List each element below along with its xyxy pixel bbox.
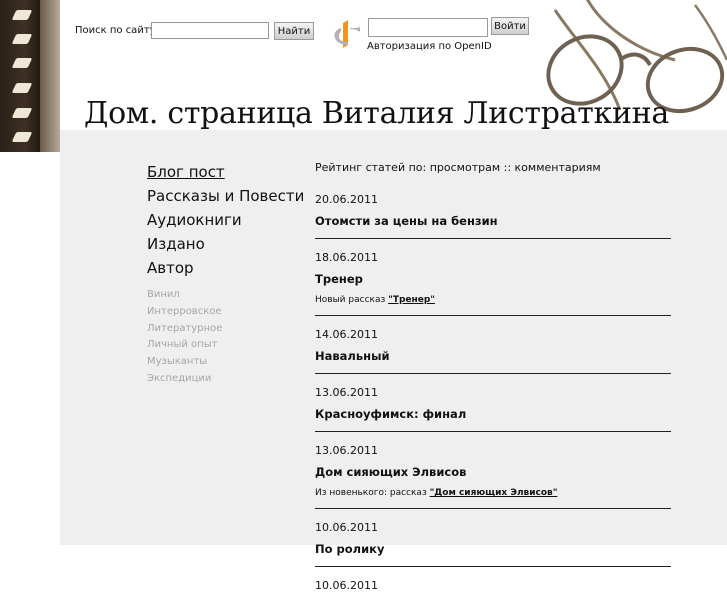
post-date: 20.06.2011	[315, 193, 378, 206]
post-date: 13.06.2011	[315, 386, 378, 399]
excerpt-link[interactable]: "Тренер"	[388, 295, 435, 305]
tag-link[interactable]: Литературное	[147, 321, 222, 338]
header-decoration-image	[0, 0, 60, 152]
tag-link[interactable]: Личный опыт	[147, 337, 222, 354]
post-item: 10.06.2011	[315, 574, 671, 606]
post-excerpt: Новый рассказ "Тренер"	[315, 293, 671, 307]
nav-item-author[interactable]: Автор	[147, 256, 304, 280]
post-item: 20.06.2011 Отомсти за цены на бензин	[315, 188, 671, 239]
post-title-link[interactable]: Тренер	[315, 270, 671, 288]
openid-caption: Авторизация по OpenID	[367, 41, 492, 52]
nav-item-published[interactable]: Издано	[147, 232, 304, 256]
post-list: 20.06.2011 Отомсти за цены на бензин 18.…	[315, 188, 671, 613]
post-item: 14.06.2011 Навальный	[315, 323, 671, 374]
post-title-link[interactable]: Красноуфимск: финал	[315, 405, 671, 423]
tag-link[interactable]: Музыканты	[147, 354, 222, 371]
post-item: 13.06.2011 Дом сияющих Элвисов Из новень…	[315, 439, 671, 509]
post-title-link[interactable]: Отомсти за цены на бензин	[315, 212, 671, 230]
search-button[interactable]: Найти	[274, 22, 314, 40]
openid-login-button[interactable]: Войти	[491, 17, 529, 35]
tag-link[interactable]: Интерровское	[147, 304, 222, 321]
page-title: Дом. страница Виталия Листраткина	[84, 96, 669, 131]
post-item: 10.06.2011 По ролику	[315, 516, 671, 567]
post-date: 13.06.2011	[315, 444, 378, 457]
nav-item-audiobooks[interactable]: Аудиокниги	[147, 208, 304, 232]
excerpt-link[interactable]: "Дом сияющих Элвисов"	[430, 488, 558, 498]
post-title-link[interactable]: Дом сияющих Элвисов	[315, 463, 671, 481]
rating-sort[interactable]: Рейтинг статей по: просмотрам :: коммент…	[315, 161, 601, 174]
post-date: 10.06.2011	[315, 579, 378, 592]
post-item: 18.06.2011 Тренер Новый рассказ "Тренер"	[315, 246, 671, 316]
post-excerpt: Из новенького: рассказ "Дом сияющих Элви…	[315, 486, 671, 500]
openid-icon	[330, 17, 362, 49]
post-date: 10.06.2011	[315, 521, 378, 534]
search-label: Поиск по сайту:	[75, 25, 159, 36]
nav-item-blog[interactable]: Блог пост	[147, 160, 304, 184]
openid-input[interactable]	[368, 18, 488, 37]
post-date: 18.06.2011	[315, 251, 378, 264]
post-title-link[interactable]: По ролику	[315, 540, 671, 558]
tag-list: Винил Интерровское Литературное Личный о…	[147, 287, 222, 388]
post-title-link[interactable]: Навальный	[315, 347, 671, 365]
main-nav: Блог пост Рассказы и Повести Аудиокниги …	[147, 160, 304, 280]
nav-item-stories[interactable]: Рассказы и Повести	[147, 184, 304, 208]
excerpt-text: Новый рассказ	[315, 295, 389, 305]
post-item: 13.06.2011 Красноуфимск: финал	[315, 381, 671, 432]
post-date: 14.06.2011	[315, 328, 378, 341]
tag-link[interactable]: Экспедиции	[147, 371, 222, 388]
tag-link[interactable]: Винил	[147, 287, 222, 304]
excerpt-text: Из новенького: рассказ	[315, 488, 430, 498]
search-input[interactable]	[151, 22, 269, 39]
